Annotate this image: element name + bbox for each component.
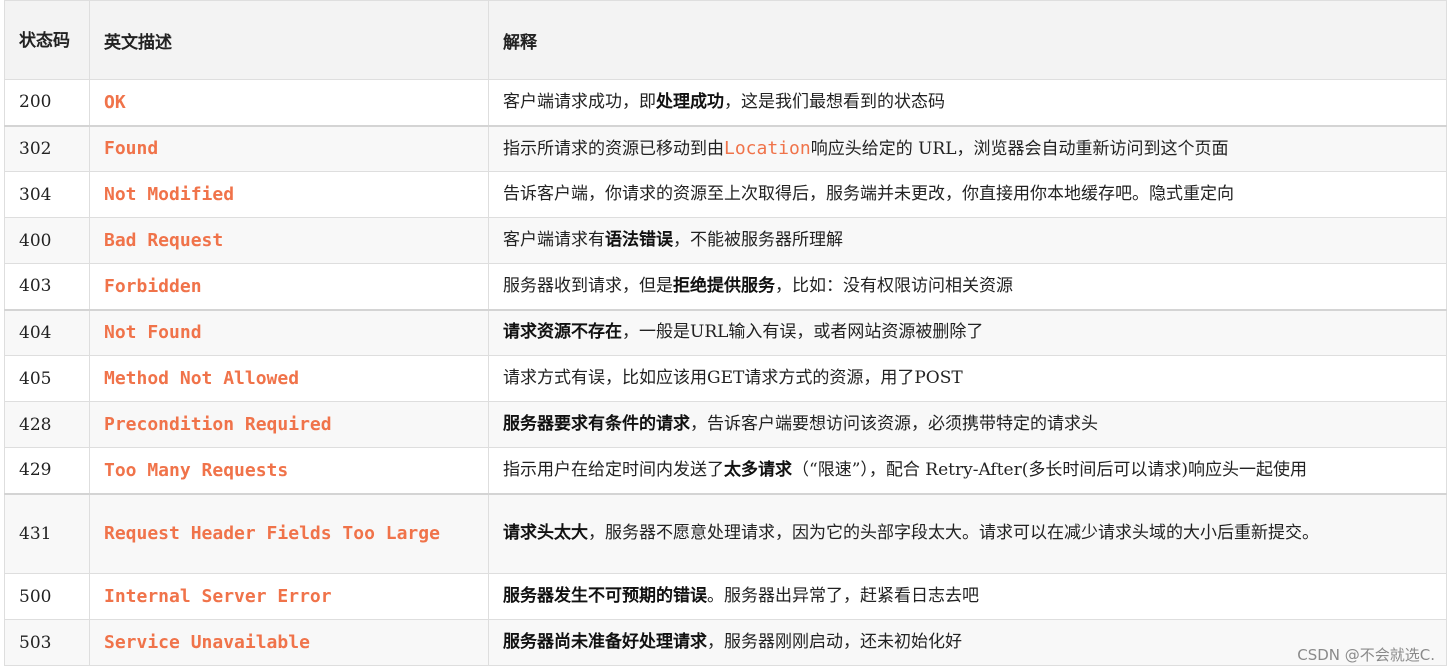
explanation-emphasis: 请求资源不存在 <box>503 322 622 343</box>
english-description-cell: Found <box>89 124 489 172</box>
english-description-cell: Bad Request <box>89 217 489 264</box>
english-description-cell: Not Found <box>89 308 489 356</box>
explanation-cell: 服务器发生不可预期的错误。服务器出异常了，赶紧看日志去吧 <box>488 573 1447 620</box>
table-row: 503 Service Unavailable 服务器尚未准备好处理请求，服务器刚刚… <box>4 619 1447 666</box>
explanation-cell: 指示用户在给定时间内发送了太多请求（“限速”），配合 Retry-After(多… <box>488 447 1447 494</box>
explanation-cell: 客户端请求有语法错误，不能被服务器所理解 <box>488 217 1447 264</box>
explanation-text: 告诉客户端，你请求的资源至上次取得后，服务端并未更改，你直接用你本地缓存吧。隐式… <box>503 184 1234 204</box>
explanation-cell: 服务器收到请求，但是拒绝提供服务，比如：没有权限访问相关资源 <box>488 263 1447 310</box>
explanation-text: 响应头给定的 URL，浏览器会自动重新访问到这个页面 <box>810 138 1229 159</box>
explanation-cell: 告诉客户端，你请求的资源至上次取得后，服务端并未更改，你直接用你本地缓存吧。隐式… <box>488 171 1447 218</box>
explanation-text: ，比如：没有权限访问相关资源 <box>775 275 1013 296</box>
status-code-cell: 304 <box>4 171 90 218</box>
table-row: 405 Method Not Allowed 请求方式有误，比如应该用GET请求方式… <box>4 355 1447 402</box>
explanation-text: 指示用户在给定时间内发送了 <box>503 459 724 480</box>
header-english-description: 英文描述 <box>89 0 489 80</box>
status-code-cell: 200 <box>4 79 90 126</box>
explanation-text: ，这是我们最想看到的状态码 <box>724 91 945 112</box>
status-code-cell: 404 <box>4 308 90 356</box>
table-row: 429 Too Many Requests 指示用户在给定时间内发送了太多请求（“限… <box>4 447 1447 494</box>
status-code-cell: 302 <box>4 124 90 172</box>
explanation-text: 服务器收到请求，但是 <box>503 275 673 296</box>
explanation-emphasis: 拒绝提供服务 <box>673 275 775 296</box>
explanation-text: 客户端请求有 <box>503 230 605 250</box>
explanation-cell: 请求资源不存在，一般是URL输入有误，或者网站资源被删除了 <box>488 308 1447 356</box>
explanation-emphasis: 请求头太大 <box>503 523 588 544</box>
explanation-text: （“限速”），配合 Retry-After(多长时间后可以请求)响应头一起使用 <box>792 459 1308 480</box>
table-header-row: 状态码 英文描述 解释 <box>4 0 1447 80</box>
english-description-cell: Method Not Allowed <box>89 355 489 402</box>
explanation-text: 请求方式有误，比如应该用GET请求方式的资源，用了POST <box>503 368 963 388</box>
explanation-text: 指示所请求的资源已移动到由 <box>503 138 724 159</box>
english-description-cell: Precondition Required <box>89 401 489 448</box>
explanation-emphasis: 服务器尚未准备好处理请求 <box>503 632 707 652</box>
status-code-cell: 400 <box>4 217 90 264</box>
status-code-cell: 503 <box>4 619 90 666</box>
status-code-cell: 500 <box>4 573 90 620</box>
explanation-emphasis: 语法错误 <box>605 230 673 250</box>
explanation-cell: 指示所请求的资源已移动到由Location响应头给定的 URL，浏览器会自动重新… <box>488 124 1447 172</box>
table-row: 302 Found 指示所请求的资源已移动到由Location响应头给定的 URL，… <box>4 124 1447 172</box>
explanation-text: ，一般是URL输入有误，或者网站资源被删除了 <box>622 322 984 343</box>
explanation-text: 。服务器出异常了，赶紧看日志去吧 <box>707 586 979 606</box>
explanation-code: Location <box>724 137 811 159</box>
table-row: 404 Not Found 请求资源不存在，一般是URL输入有误，或者网站资源被删除… <box>4 308 1447 356</box>
explanation-text: ，告诉客户端要想访问该资源，必须携带特定的请求头 <box>690 414 1098 434</box>
table-row: 200 OK 客户端请求成功，即处理成功，这是我们最想看到的状态码 <box>4 79 1447 126</box>
table-row: 500 Internal Server Error 服务器发生不可预期的错误。服务器… <box>4 573 1447 620</box>
table-row: 428 Precondition Required 服务器要求有条件的请求，告诉客户… <box>4 401 1447 448</box>
status-code-table: 状态码 英文描述 解释 200 OK 客户端请求成功，即处理成功，这是我们最想看到的… <box>4 0 1447 666</box>
status-code-cell: 403 <box>4 263 90 310</box>
explanation-text: 客户端请求成功，即 <box>503 91 656 112</box>
explanation-emphasis: 太多请求 <box>724 459 792 480</box>
status-code-cell: 428 <box>4 401 90 448</box>
explanation-cell: 客户端请求成功，即处理成功，这是我们最想看到的状态码 <box>488 79 1447 126</box>
explanation-cell: 服务器要求有条件的请求，告诉客户端要想访问该资源，必须携带特定的请求头 <box>488 401 1447 448</box>
table-row: 400 Bad Request 客户端请求有语法错误，不能被服务器所理解 <box>4 217 1447 264</box>
header-explanation: 解释 <box>488 0 1447 80</box>
explanation-emphasis: 服务器发生不可预期的错误 <box>503 586 707 606</box>
english-description-cell: Too Many Requests <box>89 447 489 494</box>
english-description-cell: Not Modified <box>89 171 489 218</box>
english-description-cell: Request Header Fields Too Large <box>89 492 489 574</box>
csdn-watermark: CSDN @不会就选C. <box>1297 646 1435 664</box>
explanation-cell: 请求头太大，服务器不愿意处理请求，因为它的头部字段太大。请求可以在减少请求头域的… <box>488 492 1447 574</box>
english-description-cell: Service Unavailable <box>89 619 489 666</box>
header-status-code: 状态码 <box>4 0 90 80</box>
status-code-cell: 431 <box>4 492 90 574</box>
explanation-emphasis: 服务器要求有条件的请求 <box>503 414 690 434</box>
explanation-text: ，服务器刚刚启动，还未初始化好 <box>707 632 962 652</box>
table-row: 431 Request Header Fields Too Large 请求头太大，… <box>4 492 1447 574</box>
table-row: 403 Forbidden 服务器收到请求，但是拒绝提供服务，比如：没有权限访问相关… <box>4 263 1447 310</box>
english-description-cell: Forbidden <box>89 263 489 310</box>
status-code-cell: 429 <box>4 447 90 494</box>
explanation-text: ，不能被服务器所理解 <box>673 230 843 250</box>
status-code-cell: 405 <box>4 355 90 402</box>
explanation-text: ，服务器不愿意处理请求，因为它的头部字段太大。请求可以在减少请求头域的大小后重新… <box>588 523 1319 544</box>
explanation-cell: 请求方式有误，比如应该用GET请求方式的资源，用了POST <box>488 355 1447 402</box>
table-row: 304 Not Modified 告诉客户端，你请求的资源至上次取得后，服务端并未更… <box>4 171 1447 218</box>
english-description-cell: Internal Server Error <box>89 573 489 620</box>
explanation-emphasis: 处理成功 <box>656 91 724 112</box>
english-description-cell: OK <box>89 79 489 126</box>
